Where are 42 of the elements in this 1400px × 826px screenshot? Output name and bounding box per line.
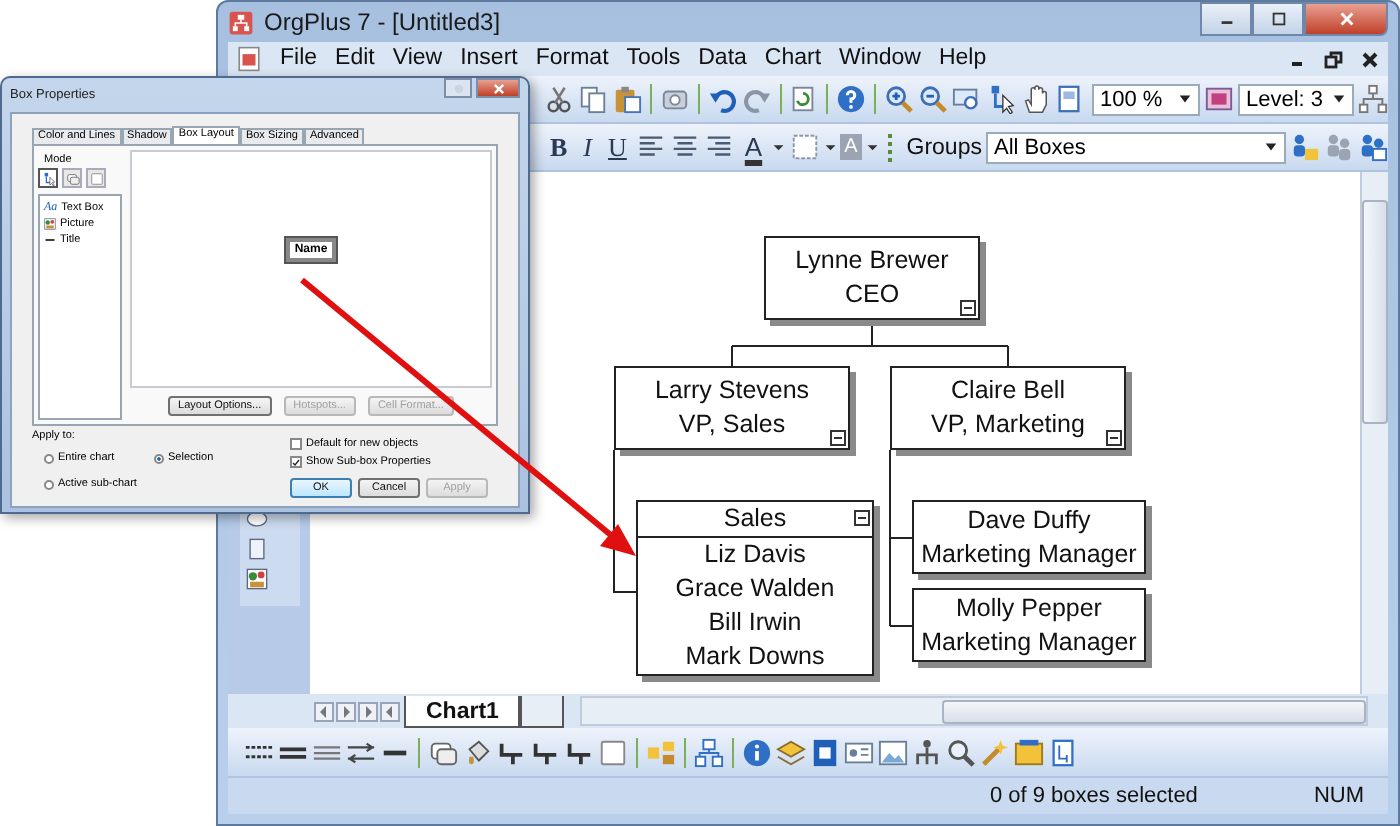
format-button[interactable]: U [602,130,633,164]
org-box[interactable]: Lynne Brewer CEO [764,236,980,320]
job-title: Marketing Manager [921,625,1137,659]
org-box[interactable]: Larry Stevens VP, Sales [614,366,850,450]
groups-dropdown[interactable]: All Boxes [985,131,1286,163]
person-name: Lynne Brewer [795,244,949,278]
group-box[interactable]: Sales Liz Davis Grace Walden Bill Irwin Mark Downs [636,500,874,676]
menu-item[interactable]: File [280,46,318,72]
status-message: 0 of 9 boxes selected [989,784,1198,808]
menu-item[interactable]: Format [535,46,609,72]
window-title: OrgPlus 7 - [Untitled3] [264,8,501,36]
format-button[interactable]: B [544,130,574,164]
num-lock-indicator: NUM [1313,784,1364,808]
person-name: Claire Bell [951,374,1065,408]
groups-label: Groups [906,135,982,159]
job-title: Marketing Manager [921,537,1137,571]
member-name: Bill Irwin [708,606,802,640]
font-color-button[interactable]: A [738,130,769,164]
org-box[interactable]: Claire Bell VP, Marketing [890,366,1126,450]
menu-item[interactable]: Help [938,46,987,72]
menu-item[interactable]: View [392,46,443,72]
member-name: Liz Davis [704,538,806,572]
member-name: Grace Walden [675,572,835,606]
format-button[interactable]: I [577,130,599,164]
zoom-dropdown[interactable]: 100 % [1091,83,1200,115]
job-title: CEO [844,278,900,312]
level-dropdown[interactable]: Level: 3 [1237,83,1354,115]
org-box[interactable]: Molly Pepper Marketing Manager [912,588,1146,662]
menu-item[interactable]: Tools [626,46,681,72]
person-name: Molly Pepper [956,591,1102,625]
menu-item[interactable]: Insert [460,46,518,72]
menu-item[interactable]: Data [698,46,747,72]
org-box[interactable]: Dave Duffy Marketing Manager [912,500,1146,574]
job-title: VP, Marketing [931,408,1085,442]
sheet-tab[interactable]: Chart1 [404,696,521,728]
person-name: Dave Duffy [967,503,1091,537]
menu-item[interactable]: Window [839,46,921,72]
menu-item[interactable]: Chart [764,46,822,72]
person-name: Larry Stevens [654,374,810,408]
member-name: Mark Downs [685,640,825,674]
job-title: VP, Sales [678,408,786,442]
menu-item[interactable]: Edit [335,46,375,72]
